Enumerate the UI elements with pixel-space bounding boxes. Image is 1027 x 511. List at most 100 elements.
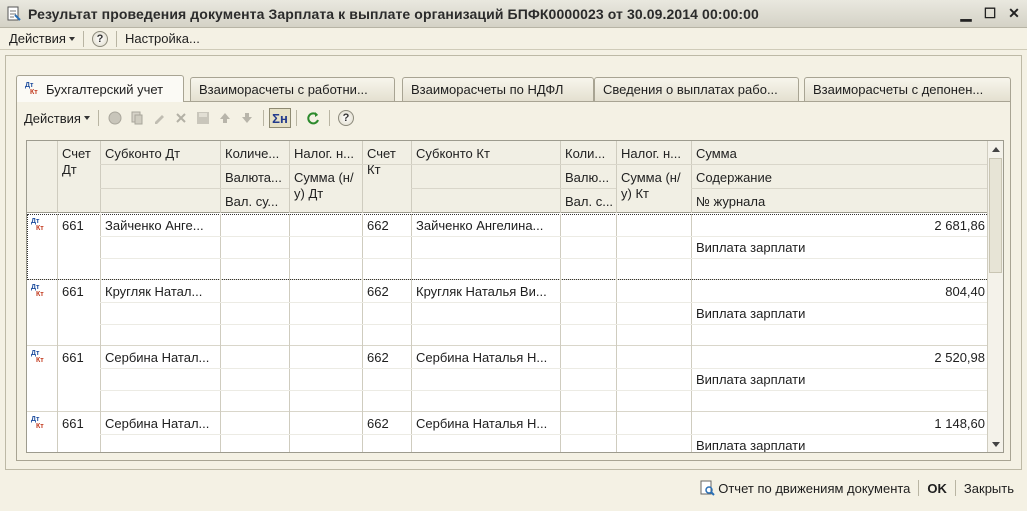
cell-soderzhanie: Виплата зарплати (696, 306, 806, 321)
tab-label: Взаиморасчеты по НДФЛ (411, 82, 564, 97)
cell-summa: 2 681,86 (934, 218, 985, 233)
bottom-bar: Отчет по движениям документа OK Закрыть (0, 476, 1027, 500)
help-button[interactable]: ? (89, 29, 111, 49)
report-movements-label: Отчет по движениям документа (718, 480, 911, 496)
close-window-button[interactable]: ✕ (1005, 4, 1023, 22)
move-up-icon[interactable] (214, 108, 236, 128)
col-currency-kt[interactable]: Валю... (561, 167, 616, 189)
col-quantity-dt[interactable]: Количе... (221, 143, 289, 165)
help-icon: ? (91, 30, 108, 47)
dt-kt-icon: Дт Кт (25, 82, 38, 96)
dt-kt-icon: Дт Кт (31, 416, 44, 430)
cell-schet-kt: 662 (367, 350, 389, 365)
cell-subkonto-kt: Сербина Наталья Н... (416, 350, 548, 365)
report-movements-button[interactable]: Отчет по движениям документа (696, 480, 913, 496)
cell-soderzhanie: Виплата зарплати (696, 438, 806, 453)
refresh-icon[interactable] (302, 108, 324, 128)
cell-subkonto-dt: Сербина Натал... (105, 350, 210, 365)
cell-subkonto-dt: Зайченко Анге... (105, 218, 204, 233)
tab-deposit-settlements[interactable]: Взаиморасчеты с депонен... (804, 77, 1011, 101)
scroll-down-icon[interactable] (988, 436, 1003, 452)
cell-schet-kt: 662 (367, 416, 389, 431)
edit-icon[interactable] (148, 108, 170, 128)
chevron-down-icon (83, 116, 90, 120)
cell-schet-dt: 661 (62, 416, 84, 431)
cell-subkonto-dt: Кругляк Натал... (105, 284, 203, 299)
cell-summa: 1 148,60 (934, 416, 985, 431)
entries-table: Счет Дт Субконто Дт Количе... Валюта... … (26, 140, 1004, 453)
separator (82, 30, 84, 47)
cell-schet-kt: 662 (367, 284, 389, 299)
cell-soderzhanie: Виплата зарплати (696, 372, 806, 387)
tab-payment-info[interactable]: Сведения о выплатах рабо... (594, 77, 799, 101)
vertical-scrollbar[interactable] (987, 141, 1003, 452)
table-header: Счет Дт Субконто Дт Количе... Валюта... … (27, 141, 989, 213)
col-schet-kt[interactable]: Счет Кт (363, 143, 411, 181)
separator (295, 110, 297, 126)
col-sum-nu-kt[interactable]: Сумма (н/у) Кт (617, 167, 691, 205)
cell-summa: 804,40 (945, 284, 985, 299)
col-soderzhanie[interactable]: Содержание (692, 167, 989, 189)
settings-menu-label: Настройка... (124, 31, 200, 46)
dt-kt-icon: Дт Кт (31, 284, 44, 298)
scroll-up-icon[interactable] (988, 141, 1003, 157)
main-panel: Дт Кт Бухгалтерский учет Взаиморасчеты с … (5, 55, 1022, 470)
cell-subkonto-dt: Сербина Натал... (105, 416, 210, 431)
maximize-button[interactable]: ☐ (981, 4, 999, 22)
actions-menu[interactable]: Действия (6, 29, 78, 49)
table-row[interactable]: Дт Кт 661 Сербина Натал... 662 Сербина Наталь… (27, 346, 989, 412)
cell-schet-dt: 661 (62, 218, 84, 233)
cell-schet-dt: 661 (62, 284, 84, 299)
separator (954, 480, 956, 496)
report-icon (699, 480, 715, 496)
col-journal-number[interactable]: № журнала (692, 191, 989, 213)
tab-ndfl-settlements[interactable]: Взаиморасчеты по НДФЛ (402, 77, 594, 101)
scroll-thumb[interactable] (989, 158, 1002, 273)
menu-bar: Действия ? Настройка... (0, 28, 1027, 50)
col-summa[interactable]: Сумма (692, 143, 989, 165)
table-row[interactable]: Дт Кт 661 Сербина Натал... 662 Сербина Наталь… (27, 412, 989, 453)
col-subkonto-dt[interactable]: Субконто Дт (101, 143, 220, 165)
cell-schet-dt: 661 (62, 350, 84, 365)
table-row[interactable]: Дт Кт 661 Зайченко Анге... 662 Зайченко Ангел… (27, 214, 989, 280)
tab-employee-settlements[interactable]: Взаиморасчеты с работни... (190, 77, 395, 101)
actions-menu-label: Действия (9, 31, 66, 46)
tab-label: Взаиморасчеты с работни... (199, 82, 368, 97)
dt-kt-icon: Дт Кт (31, 218, 44, 232)
add-icon[interactable] (104, 108, 126, 128)
chevron-down-icon (68, 36, 75, 41)
cell-subkonto-kt: Зайченко Ангелина... (416, 218, 544, 233)
help-button[interactable]: ? (335, 108, 357, 128)
tab-content: Действия Σн ? Счет Дт Субконто Дт Количе… (16, 101, 1011, 461)
delete-icon[interactable] (170, 108, 192, 128)
save-icon[interactable] (192, 108, 214, 128)
close-button[interactable]: Закрыть (961, 481, 1017, 496)
cell-subkonto-kt: Сербина Наталья Н... (416, 416, 548, 431)
tab-accounting[interactable]: Дт Кт Бухгалтерский учет (16, 75, 184, 102)
col-subkonto-kt[interactable]: Субконто Кт (412, 143, 560, 165)
table-row[interactable]: Дт Кт 661 Кругляк Натал... 662 Кругляк Наталь… (27, 280, 989, 346)
tab-label: Сведения о выплатах рабо... (603, 82, 778, 97)
col-currency-dt[interactable]: Валюта... (221, 167, 289, 189)
move-down-icon[interactable] (236, 108, 258, 128)
minimize-button[interactable]: ▁ (957, 4, 975, 22)
col-tax-dt[interactable]: Налог. н... (290, 143, 362, 165)
grid-actions-menu[interactable]: Действия (21, 108, 93, 128)
tab-label: Бухгалтерский учет (46, 81, 164, 97)
col-tax-kt[interactable]: Налог. н... (617, 143, 691, 165)
copy-icon[interactable] (126, 108, 148, 128)
settings-menu[interactable]: Настройка... (122, 29, 203, 49)
cell-soderzhanie: Виплата зарплати (696, 240, 806, 255)
col-quantity-kt[interactable]: Коли... (561, 143, 616, 165)
ok-button[interactable]: OK (924, 481, 950, 496)
separator (918, 480, 920, 496)
col-schet-dt[interactable]: Счет Дт (58, 143, 100, 181)
col-currency-sum-dt[interactable]: Вал. су... (221, 191, 289, 213)
col-currency-sum-kt[interactable]: Вал. с... (561, 191, 616, 213)
sum-toggle-icon[interactable]: Σн (268, 108, 291, 128)
separator (115, 30, 117, 47)
cell-schet-kt: 662 (367, 218, 389, 233)
window-title-bar: Результат проведения документа Зарплата … (0, 0, 1027, 28)
col-sum-nu-dt[interactable]: Сумма (н/у) Дт (290, 167, 362, 205)
document-icon (6, 6, 22, 22)
